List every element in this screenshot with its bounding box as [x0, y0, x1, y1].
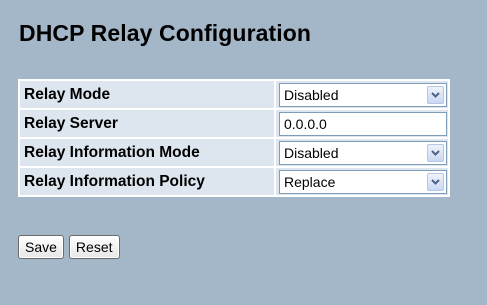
relay-information-mode-label: Relay Information Mode	[20, 139, 274, 166]
chevron-down-icon[interactable]	[427, 172, 444, 191]
relay-mode-value: Disabled	[284, 86, 339, 103]
relay-information-policy-label: Relay Information Policy	[20, 168, 274, 195]
table-row: Relay Server 0.0.0.0	[20, 110, 448, 137]
relay-information-policy-value: Replace	[284, 173, 336, 190]
table-row: Relay Mode Disabled	[20, 81, 448, 108]
relay-server-input[interactable]: 0.0.0.0	[279, 111, 447, 136]
relay-information-mode-value: Disabled	[284, 144, 339, 161]
page: DHCP Relay Configuration Relay Mode Disa…	[0, 0, 487, 305]
relay-information-mode-select[interactable]: Disabled	[279, 140, 447, 165]
table-row: Relay Information Mode Disabled	[20, 139, 448, 166]
relay-mode-label: Relay Mode	[20, 81, 274, 108]
form-buttons: Save Reset	[18, 235, 120, 259]
relay-server-label: Relay Server	[20, 110, 274, 137]
chevron-down-icon[interactable]	[427, 85, 444, 104]
save-button[interactable]: Save	[18, 235, 64, 259]
page-title: DHCP Relay Configuration	[19, 20, 312, 46]
relay-information-policy-select[interactable]: Replace	[279, 169, 447, 194]
relay-config-table: Relay Mode Disabled Relay Server 0.0.0.0…	[18, 79, 450, 197]
reset-button[interactable]: Reset	[68, 235, 120, 259]
table-row: Relay Information Policy Replace	[20, 168, 448, 195]
chevron-down-icon[interactable]	[427, 143, 444, 162]
relay-mode-select[interactable]: Disabled	[279, 82, 447, 107]
